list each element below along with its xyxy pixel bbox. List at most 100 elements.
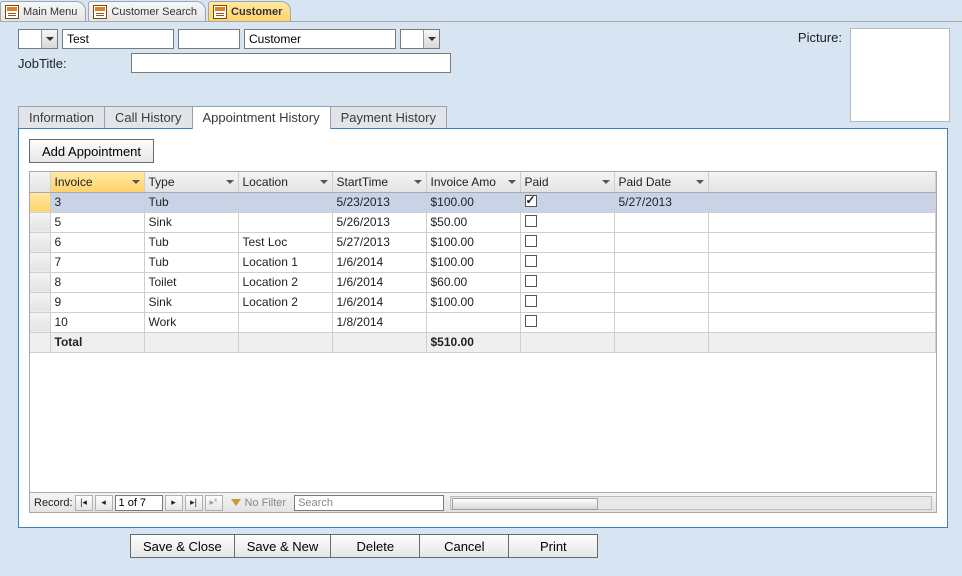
chevron-down-icon[interactable]	[423, 30, 439, 48]
checkbox-icon[interactable]	[525, 195, 537, 207]
cell-paid-date[interactable]	[614, 232, 708, 252]
cell-location[interactable]: Test Loc	[238, 232, 332, 252]
column-header-paid[interactable]: Paid	[520, 172, 614, 192]
chevron-down-icon[interactable]	[320, 180, 328, 184]
print-button[interactable]: Print	[508, 534, 598, 558]
cell-paid[interactable]	[520, 272, 614, 292]
column-header-paid-date[interactable]: Paid Date	[614, 172, 708, 192]
cell-amount[interactable]: $100.00	[426, 252, 520, 272]
table-row[interactable]: 7TubLocation 11/6/2014$100.00	[30, 252, 936, 272]
cell-amount[interactable]: $50.00	[426, 212, 520, 232]
picture-box[interactable]	[850, 28, 950, 122]
save-new-button[interactable]: Save & New	[234, 534, 332, 558]
column-header-invoice[interactable]: Invoice	[50, 172, 144, 192]
nav-search-input[interactable]	[294, 495, 444, 511]
chevron-down-icon[interactable]	[132, 180, 140, 184]
cell-type[interactable]: Tub	[144, 232, 238, 252]
chevron-down-icon[interactable]	[696, 180, 704, 184]
doctab-customer[interactable]: Customer	[208, 1, 291, 21]
cell-starttime[interactable]: 5/27/2013	[332, 232, 426, 252]
cell-paid-date[interactable]	[614, 212, 708, 232]
cell-paid[interactable]	[520, 212, 614, 232]
nav-position-input[interactable]	[115, 495, 163, 511]
checkbox-icon[interactable]	[525, 315, 537, 327]
cell-starttime[interactable]: 1/6/2014	[332, 272, 426, 292]
cell-invoice[interactable]: 6	[50, 232, 144, 252]
cell-location[interactable]	[238, 312, 332, 332]
cell-location[interactable]: Location 2	[238, 272, 332, 292]
nav-last-button[interactable]: ▸|	[185, 495, 203, 511]
row-selector[interactable]	[30, 232, 50, 252]
save-close-button[interactable]: Save & Close	[130, 534, 235, 558]
prefix-combo[interactable]	[18, 29, 58, 49]
tab-call-history[interactable]: Call History	[104, 106, 192, 129]
cell-paid-date[interactable]	[614, 272, 708, 292]
chevron-down-icon[interactable]	[414, 180, 422, 184]
row-selector[interactable]	[30, 272, 50, 292]
cell-paid[interactable]	[520, 192, 614, 212]
tab-payment-history[interactable]: Payment History	[330, 106, 447, 129]
cell-amount[interactable]	[426, 312, 520, 332]
horizontal-scrollbar[interactable]	[450, 496, 932, 510]
row-selector[interactable]	[30, 292, 50, 312]
column-header-location[interactable]: Location	[238, 172, 332, 192]
cell-invoice[interactable]: 5	[50, 212, 144, 232]
nav-next-button[interactable]: ▸	[165, 495, 183, 511]
cell-paid[interactable]	[520, 252, 614, 272]
checkbox-icon[interactable]	[525, 255, 537, 267]
cancel-button[interactable]: Cancel	[419, 534, 509, 558]
table-row[interactable]: 3Tub5/23/2013$100.005/27/2013	[30, 192, 936, 212]
cell-type[interactable]: Toilet	[144, 272, 238, 292]
middle-field[interactable]	[178, 29, 240, 49]
cell-starttime[interactable]: 5/23/2013	[332, 192, 426, 212]
delete-button[interactable]: Delete	[330, 534, 420, 558]
checkbox-icon[interactable]	[525, 235, 537, 247]
checkbox-icon[interactable]	[525, 275, 537, 287]
cell-starttime[interactable]: 1/6/2014	[332, 252, 426, 272]
jobtitle-input[interactable]	[131, 53, 451, 73]
cell-invoice[interactable]: 8	[50, 272, 144, 292]
cell-amount[interactable]: $100.00	[426, 292, 520, 312]
cell-location[interactable]: Location 1	[238, 252, 332, 272]
doctab-main-menu[interactable]: Main Menu	[0, 1, 86, 21]
table-row[interactable]: 8ToiletLocation 21/6/2014$60.00	[30, 272, 936, 292]
checkbox-icon[interactable]	[525, 295, 537, 307]
cell-paid[interactable]	[520, 312, 614, 332]
cell-type[interactable]: Sink	[144, 212, 238, 232]
firstname-field[interactable]	[62, 29, 174, 49]
cell-amount[interactable]: $100.00	[426, 192, 520, 212]
lastname-field[interactable]	[244, 29, 396, 49]
row-selector[interactable]	[30, 312, 50, 332]
table-row[interactable]: 9SinkLocation 21/6/2014$100.00	[30, 292, 936, 312]
column-header-starttime[interactable]: StartTime	[332, 172, 426, 192]
cell-invoice[interactable]: 3	[50, 192, 144, 212]
chevron-down-icon[interactable]	[226, 180, 234, 184]
cell-type[interactable]: Work	[144, 312, 238, 332]
checkbox-icon[interactable]	[525, 215, 537, 227]
cell-paid[interactable]	[520, 292, 614, 312]
chevron-down-icon[interactable]	[508, 180, 516, 184]
nav-prev-button[interactable]: ◂	[95, 495, 113, 511]
cell-amount[interactable]: $100.00	[426, 232, 520, 252]
table-row[interactable]: 5Sink 5/26/2013$50.00	[30, 212, 936, 232]
select-all-header[interactable]	[30, 172, 50, 192]
prefix-input[interactable]	[19, 30, 41, 48]
doctab-customer-search[interactable]: Customer Search	[88, 1, 206, 21]
cell-type[interactable]: Tub	[144, 252, 238, 272]
row-selector[interactable]	[30, 192, 50, 212]
nav-new-button[interactable]: ▸*	[205, 495, 223, 511]
tab-appointment-history[interactable]: Appointment History	[192, 106, 331, 129]
cell-starttime[interactable]: 1/6/2014	[332, 292, 426, 312]
cell-paid-date[interactable]	[614, 292, 708, 312]
cell-amount[interactable]: $60.00	[426, 272, 520, 292]
cell-location[interactable]	[238, 212, 332, 232]
cell-location[interactable]: Location 2	[238, 292, 332, 312]
table-row[interactable]: 10Work1/8/2014	[30, 312, 936, 332]
cell-type[interactable]: Sink	[144, 292, 238, 312]
cell-starttime[interactable]: 5/26/2013	[332, 212, 426, 232]
table-row[interactable]: 6TubTest Loc5/27/2013$100.00	[30, 232, 936, 252]
suffix-combo[interactable]	[400, 29, 440, 49]
cell-starttime[interactable]: 1/8/2014	[332, 312, 426, 332]
cell-paid-date[interactable]	[614, 252, 708, 272]
cell-location[interactable]	[238, 192, 332, 212]
